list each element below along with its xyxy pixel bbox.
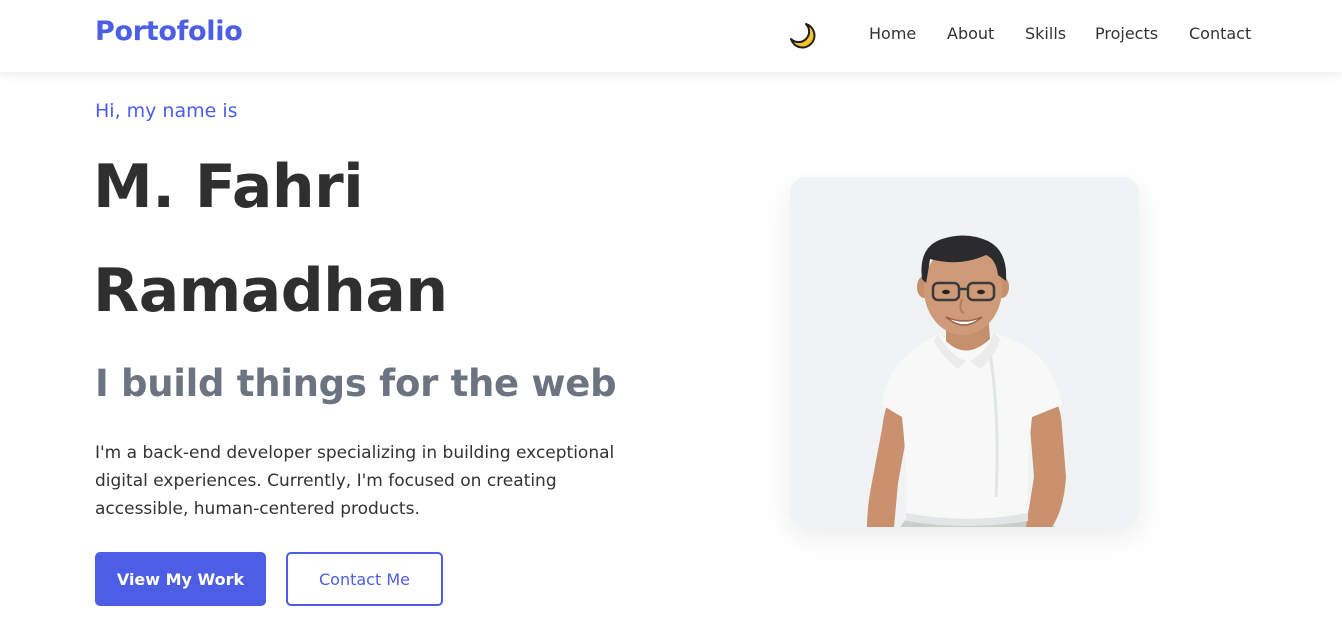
hero-name-first: M. Fahri [93,152,364,222]
nav-link-projects[interactable]: Projects [1095,24,1158,43]
hero-tagline: I build things for the web [95,362,617,405]
hero-name-last: Ramadhan [93,256,448,326]
navbar: Portofolio Home About Skills Projects Co… [0,0,1342,72]
profile-photo [790,177,1139,527]
contact-me-button[interactable]: Contact Me [286,552,443,606]
main-nav: Home About Skills Projects Contact [0,24,1342,48]
hero-bio: I'm a back-end developer specializing in… [95,443,615,519]
nav-link-about[interactable]: About [947,24,994,43]
nav-link-contact[interactable]: Contact [1189,24,1251,43]
nav-link-skills[interactable]: Skills [1025,24,1066,43]
nav-link-home[interactable]: Home [869,24,916,43]
view-my-work-button[interactable]: View My Work [95,552,266,606]
hero-greeting: Hi, my name is [95,100,238,122]
